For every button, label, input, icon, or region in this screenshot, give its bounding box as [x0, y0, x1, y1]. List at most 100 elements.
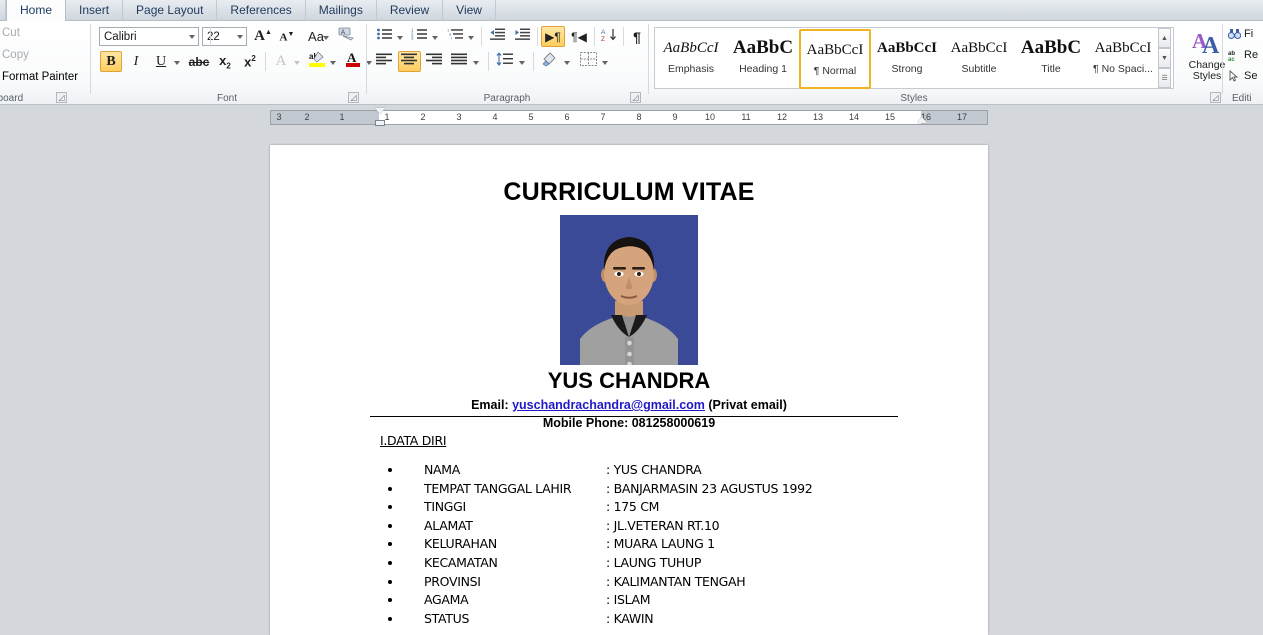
bold-button[interactable]: B [100, 51, 122, 72]
show-formatting-marks-button[interactable]: ¶ [626, 26, 648, 47]
bullets-button[interactable] [373, 26, 395, 47]
numbering-icon: 1 2 3 [411, 27, 428, 46]
chevron-down-icon[interactable] [323, 36, 329, 40]
line-spacing-dropdown[interactable] [517, 51, 528, 72]
horizontal-ruler[interactable]: 3 2 1 1 2 3 4 5 6 7 8 9 10 11 12 13 14 1… [0, 106, 1263, 128]
right-indent-marker[interactable] [917, 117, 927, 123]
chevron-down-icon[interactable] [189, 35, 195, 39]
field-value: : YUS CHANDRA [606, 462, 702, 477]
sort-icon: A Z [600, 27, 618, 47]
text-effects-dropdown[interactable] [292, 51, 303, 72]
tab-review[interactable]: Review [377, 0, 444, 21]
font-size-combo[interactable]: 22 [202, 27, 247, 46]
style-item-emphasis[interactable]: AaBbCcI Emphasis [655, 29, 727, 89]
tab-home[interactable]: Home [6, 0, 67, 21]
style-item-heading-1[interactable]: AaBbC Heading 1 [727, 29, 799, 89]
first-line-indent-marker[interactable] [375, 108, 385, 114]
grow-font-button[interactable]: A▲ [252, 26, 274, 47]
field-value: : JL.VETERAN RT.10 [606, 517, 720, 533]
font-name-combo[interactable]: Calibri [99, 27, 199, 46]
styles-scroll-up-button[interactable]: ▲ [1158, 28, 1171, 48]
tab-insert[interactable]: Insert [66, 0, 124, 21]
document-page[interactable]: CURRICULUM VITAE YUS CHANDRA Email: yusc… [270, 145, 988, 635]
shading-button[interactable] [538, 51, 562, 72]
font-dialog-launcher[interactable]: ◿ [348, 92, 359, 103]
shading-dropdown[interactable] [562, 51, 573, 72]
numbering-dropdown[interactable] [430, 26, 441, 47]
divider-font-b [265, 52, 266, 71]
styles-scroll-down-button[interactable]: ▼ [1158, 48, 1171, 68]
cut-button[interactable]: Cut [0, 25, 20, 41]
font-color-button[interactable]: A [342, 50, 364, 72]
svg-text:i: i [451, 36, 452, 41]
tab-view[interactable]: View [443, 0, 496, 21]
style-item-title[interactable]: AaBbC Title [1015, 29, 1087, 89]
styles-more-button[interactable]: ☰ [1158, 68, 1171, 88]
align-center-button[interactable] [398, 51, 421, 72]
change-case-button[interactable]: Aa [300, 26, 332, 47]
underline-dropdown[interactable] [172, 51, 184, 72]
numbering-button[interactable]: 1 2 3 [408, 26, 430, 47]
style-label: Subtitle [961, 63, 997, 75]
justify-dropdown[interactable] [471, 51, 482, 72]
left-to-right-text-direction-button[interactable]: ▶¶ [541, 26, 565, 47]
field-label: KECAMATAN [424, 554, 498, 570]
phone-line: Mobile Phone: 081258000619 [542, 416, 716, 430]
borders-button[interactable] [576, 51, 600, 72]
borders-dropdown[interactable] [600, 51, 611, 72]
change-case-icon: Aa [308, 29, 324, 44]
field-value: : BANJARMASIN 23 AGUSTUS 1992 [606, 480, 813, 496]
bullet-icon [388, 505, 392, 510]
justify-button[interactable] [448, 51, 471, 72]
bullet-icon [388, 598, 392, 603]
strikethrough-button[interactable]: abc [187, 51, 211, 72]
replace-button[interactable]: ab ac Re [1228, 47, 1258, 63]
superscript-icon: x2 [244, 53, 256, 70]
superscript-button[interactable]: x2 [239, 51, 261, 72]
tab-references[interactable]: References [217, 0, 306, 21]
multilevel-list-dropdown[interactable] [466, 26, 477, 47]
bullet-icon [388, 560, 392, 565]
select-button[interactable]: Se [1228, 68, 1257, 84]
styles-dialog-launcher[interactable]: ◿ [1210, 92, 1221, 103]
increase-indent-button[interactable] [511, 26, 534, 47]
tab-page-layout[interactable]: Page Layout [123, 0, 218, 21]
bullet-icon [388, 542, 392, 547]
bullets-dropdown[interactable] [395, 26, 406, 47]
text-highlight-dropdown[interactable] [328, 51, 339, 72]
style-item-subtitle[interactable]: AaBbCcI Subtitle [943, 29, 1015, 89]
paragraph-dialog-launcher[interactable]: ◿ [630, 92, 641, 103]
style-item-normal[interactable]: AaBbCcI ¶ Normal [799, 29, 871, 89]
text-highlight-color-icon: ab [308, 50, 326, 73]
right-to-left-text-direction-button[interactable]: ¶◀ [567, 26, 591, 47]
find-button[interactable]: Fi [1227, 26, 1253, 42]
italic-button[interactable]: I [125, 51, 147, 72]
ruler-track[interactable]: 3 2 1 1 2 3 4 5 6 7 8 9 10 11 12 13 14 1… [270, 108, 988, 126]
underline-button[interactable]: U [150, 51, 172, 72]
field-label: STATUS [424, 610, 470, 626]
copy-button[interactable]: Copy [0, 47, 29, 63]
align-right-button[interactable] [423, 51, 446, 72]
chevron-down-icon[interactable] [237, 35, 243, 39]
email-link[interactable]: yuschandrachandra@gmail.com [512, 398, 705, 412]
replace-icon: ab ac [1228, 49, 1241, 66]
shrink-font-button[interactable]: A▼ [276, 26, 298, 47]
multilevel-list-button[interactable]: 1 a i [443, 26, 467, 47]
text-effects-button[interactable]: A [270, 51, 292, 72]
ruler-tick: 11 [741, 112, 751, 122]
left-indent-marker[interactable] [375, 120, 385, 126]
line-spacing-button[interactable] [493, 51, 517, 72]
copy-label: Copy [2, 49, 29, 61]
text-highlight-color-button[interactable]: ab [306, 51, 328, 72]
document-canvas[interactable]: CURRICULUM VITAE YUS CHANDRA Email: yusc… [0, 128, 1263, 635]
sort-button[interactable]: A Z [597, 26, 621, 47]
decrease-indent-button[interactable] [486, 26, 509, 47]
style-item-strong[interactable]: AaBbCcI Strong [871, 29, 943, 89]
align-left-button[interactable] [373, 51, 396, 72]
clipboard-dialog-launcher[interactable]: ◿ [56, 92, 67, 103]
format-painter-button[interactable]: Format Painter [0, 69, 78, 85]
subscript-button[interactable]: x2 [214, 51, 236, 72]
tab-mailings[interactable]: Mailings [306, 0, 377, 21]
style-item-no-spacing[interactable]: AaBbCcI ¶ No Spaci... [1087, 29, 1159, 89]
clear-formatting-button[interactable]: A [335, 26, 357, 47]
